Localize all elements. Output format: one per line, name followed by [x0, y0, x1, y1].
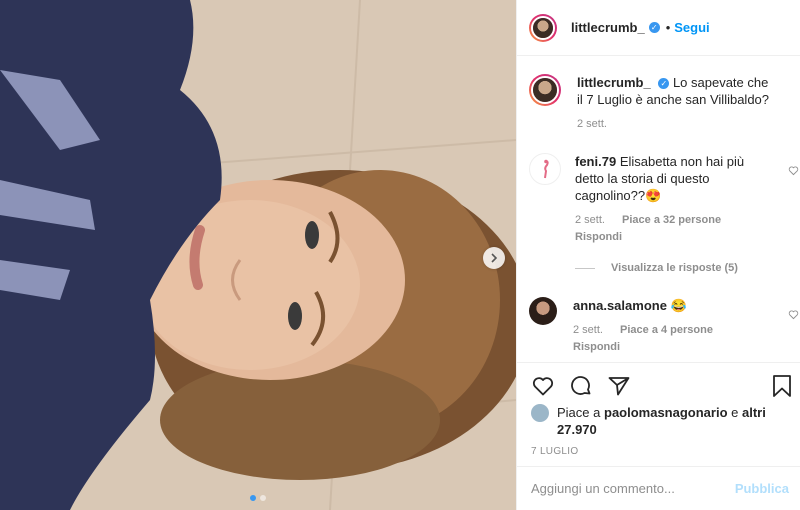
caption: littlecrumb_ ✓ Lo sapevate che il 7 Lugl… [529, 74, 791, 130]
post-side-panel: littlecrumb_ ✓ • Segui littlecrumb_ ✓ Lo… [516, 0, 800, 510]
comment-username[interactable]: feni.79 [575, 154, 616, 169]
publish-button[interactable]: Pubblica [735, 481, 789, 496]
comment-icon[interactable] [569, 374, 593, 398]
post-date[interactable]: 7 LUGLIO [531, 446, 578, 457]
header-username[interactable]: littlecrumb_ [571, 20, 645, 35]
flamingo-icon [544, 159, 549, 179]
avatar[interactable] [529, 153, 561, 185]
comment-likes[interactable]: Piace a 4 persone [620, 324, 713, 336]
avatar[interactable] [529, 297, 557, 325]
avatar[interactable] [529, 74, 561, 106]
verified-badge-icon: ✓ [658, 78, 670, 90]
comment-username[interactable]: anna.salamone [573, 298, 667, 313]
avatar[interactable] [531, 404, 549, 422]
carousel-indicator [250, 495, 266, 501]
comment-item: feni.79 Elisabetta non hai più detto la … [529, 153, 799, 243]
caption-username[interactable]: littlecrumb_ [577, 75, 651, 90]
heart-icon[interactable] [788, 309, 799, 320]
post-photo [0, 0, 516, 510]
replies-divider [575, 267, 595, 269]
add-comment-bar: Aggiungi un commento... Pubblica [517, 466, 800, 510]
bookmark-icon[interactable] [771, 374, 793, 398]
reply-button[interactable]: Rispondi [573, 341, 749, 353]
heart-icon[interactable] [531, 374, 555, 398]
paper-plane-icon[interactable] [607, 374, 631, 398]
comment-input[interactable]: Aggiungi un commento... [531, 481, 735, 496]
likes-user[interactable]: paolomasnagonario [604, 405, 728, 420]
chevron-right-icon [491, 253, 498, 263]
view-replies-label: Visualizza le risposte (5) [611, 262, 738, 274]
carousel-dot [260, 495, 266, 501]
likes-connector: e [731, 405, 739, 420]
actions-divider [517, 362, 800, 364]
verified-badge-icon: ✓ [648, 22, 660, 33]
comment-time[interactable]: 2 sett. [575, 214, 605, 226]
likes-prefix: Piace a [557, 405, 601, 420]
comment-likes[interactable]: Piace a 32 persone [622, 214, 721, 226]
next-photo-button[interactable] [483, 247, 505, 269]
follow-button[interactable]: Segui [674, 20, 709, 35]
post-header: littlecrumb_ ✓ • Segui [517, 0, 800, 56]
post-image [0, 0, 516, 510]
caption-time[interactable]: 2 sett. [577, 118, 607, 130]
avatar[interactable] [529, 13, 557, 42]
view-replies-button[interactable]: Visualizza le risposte (5) [575, 262, 738, 274]
separator-dot: • [665, 20, 671, 35]
carousel-dot-active [250, 495, 256, 501]
comment-time[interactable]: 2 sett. [573, 324, 603, 336]
likes-summary: Piace a paolomasnagonario e altri 27.970 [531, 404, 777, 438]
comment-item: anna.salamone 😂 2 sett. Piace a 4 person… [529, 297, 799, 353]
heart-icon[interactable] [788, 165, 799, 176]
comment-text: 😂 [670, 298, 687, 313]
reply-button[interactable]: Rispondi [575, 231, 751, 243]
